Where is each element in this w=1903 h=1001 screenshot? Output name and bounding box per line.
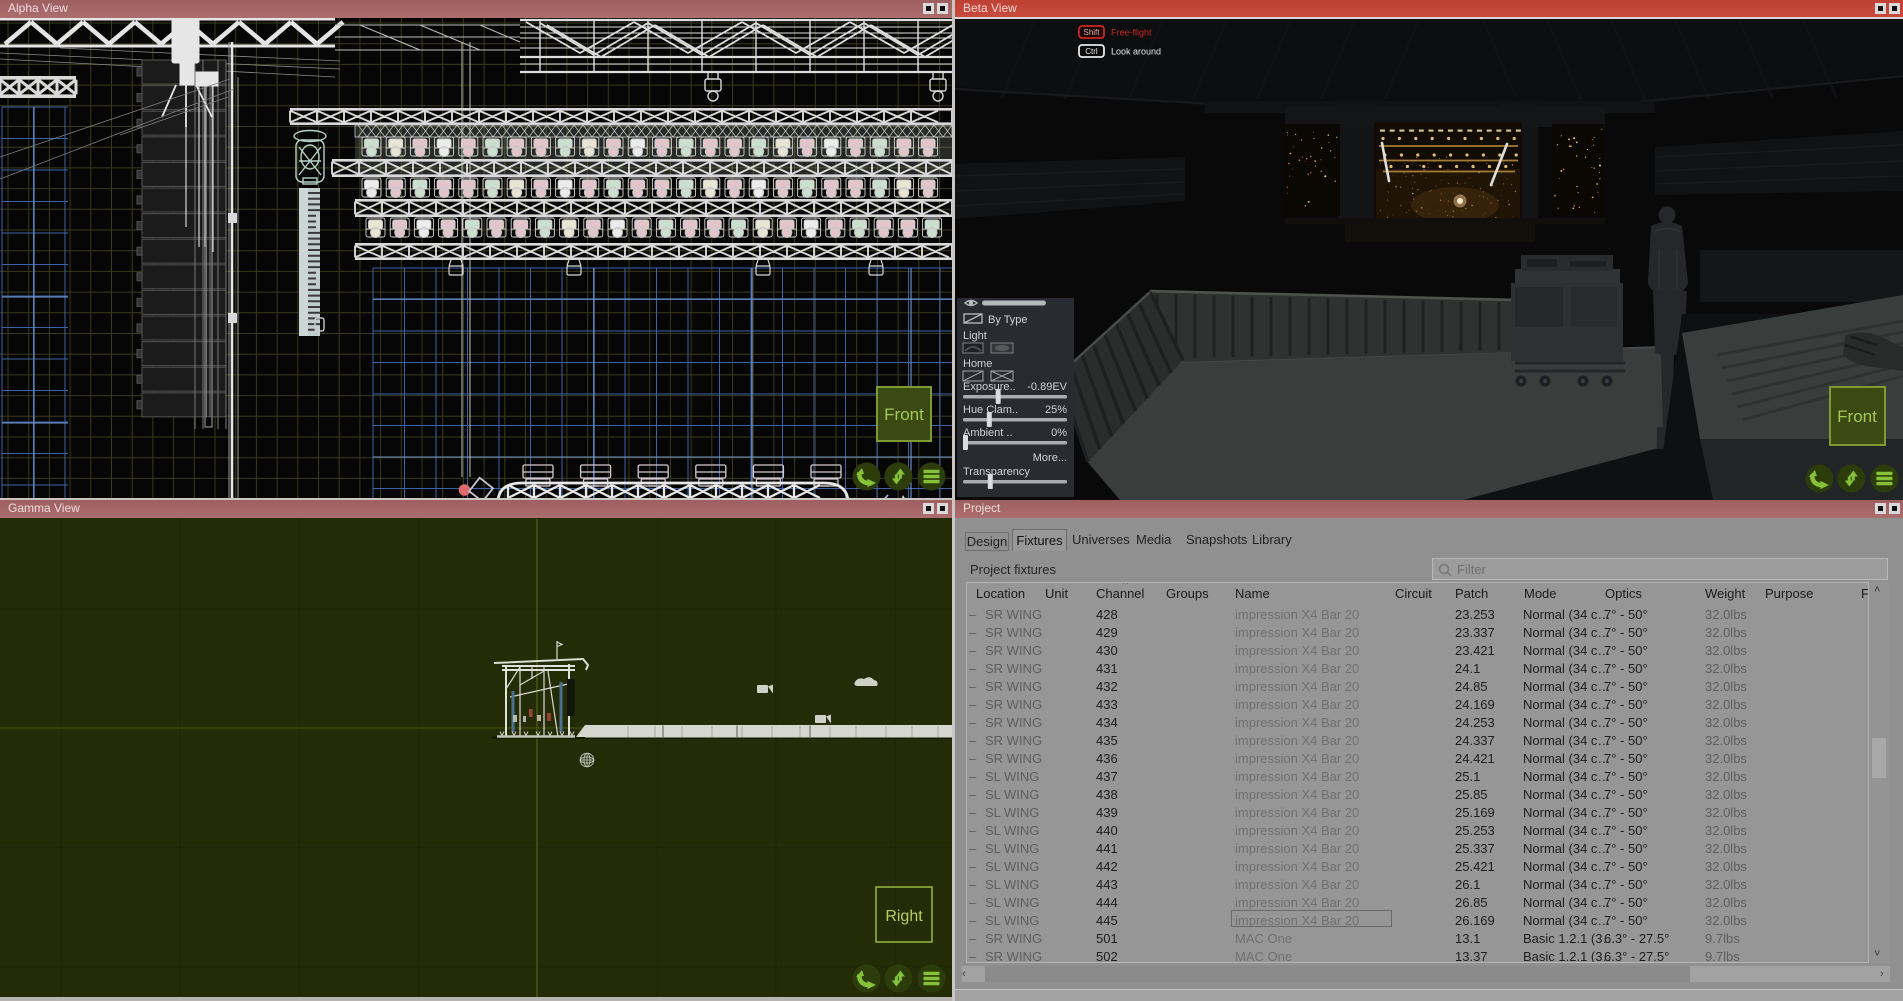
svg-text:Front: Front	[1837, 407, 1877, 426]
svg-text:By Type: By Type	[988, 314, 1028, 326]
svg-text:25%: 25%	[1045, 404, 1067, 416]
svg-text:Home: Home	[963, 358, 992, 370]
svg-text:Ambient ..: Ambient ..	[963, 427, 1013, 439]
svg-text:More...: More...	[1033, 452, 1067, 464]
svg-text:Exposure..: Exposure..	[963, 381, 1016, 393]
svg-text:Front: Front	[884, 405, 924, 424]
svg-text:Ctrl: Ctrl	[1085, 47, 1098, 56]
svg-text:-0.89EV: -0.89EV	[1027, 381, 1067, 393]
svg-text:Right: Right	[885, 908, 923, 925]
svg-text:Free-flight: Free-flight	[1111, 28, 1152, 38]
svg-text:Look around: Look around	[1111, 47, 1161, 57]
svg-text:Transparency: Transparency	[963, 466, 1030, 478]
svg-text:Light: Light	[963, 330, 987, 342]
svg-text:Shift: Shift	[1083, 28, 1100, 37]
svg-text:0%: 0%	[1051, 427, 1067, 439]
